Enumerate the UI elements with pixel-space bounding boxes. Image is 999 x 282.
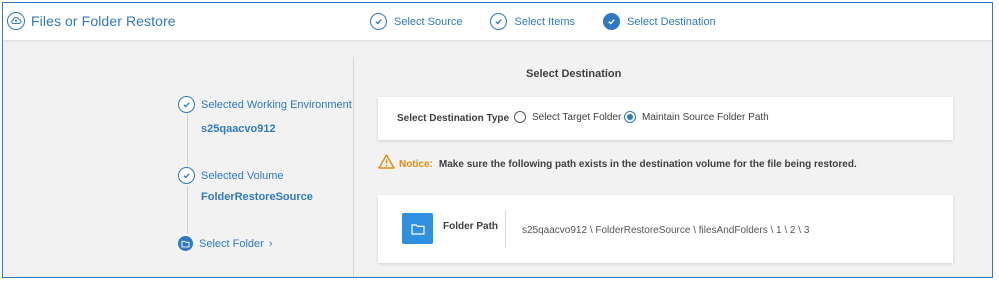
- summary-volume: Selected Volume: [178, 167, 284, 184]
- working-environment-label: Selected Working Environment: [201, 98, 352, 111]
- check-icon: [370, 13, 387, 30]
- notice-banner: Notice: Make sure the following path exi…: [378, 154, 857, 174]
- top-bar: Files or Folder Restore Select Source Se…: [3, 3, 992, 41]
- folder-icon: [178, 236, 193, 251]
- destination-type-label: Select Destination Type: [397, 113, 510, 124]
- step-select-destination[interactable]: Select Destination: [603, 13, 716, 30]
- check-icon: [603, 13, 621, 30]
- notice-text: Make sure the following path exists in t…: [438, 158, 857, 170]
- select-folder-label: Select Folder: [199, 237, 264, 250]
- working-environment-value: s25qaacvo912: [201, 123, 276, 135]
- option-maintain-source-path[interactable]: Maintain Source Folder Path: [624, 111, 769, 123]
- wizard-steps: Select Source Select Items Select Destin…: [370, 13, 744, 30]
- option-label: Select Target Folder: [532, 111, 622, 123]
- check-icon: [178, 167, 195, 184]
- folder-path-card: Folder Path s25qaacvo912 \ FolderRestore…: [378, 195, 953, 263]
- app-header: Files or Folder Restore: [7, 12, 176, 30]
- column-divider: [353, 57, 354, 277]
- summary-connector: [187, 186, 188, 234]
- restore-wizard: Files or Folder Restore Select Source Se…: [2, 2, 993, 278]
- notice-label: Notice:: [399, 158, 433, 170]
- app-title: Files or Folder Restore: [31, 13, 176, 29]
- summary-working-environment: Selected Working Environment: [178, 96, 352, 113]
- radio-button[interactable]: [514, 111, 526, 123]
- summary-connector: [187, 115, 188, 165]
- step-select-source[interactable]: Select Source: [370, 13, 462, 30]
- step-label: Select Items: [514, 15, 576, 28]
- step-label: Select Source: [394, 15, 463, 28]
- warning-icon: [378, 154, 395, 174]
- cloud-restore-icon: [7, 12, 25, 30]
- step-select-items[interactable]: Select Items: [490, 13, 575, 30]
- step-label: Select Destination: [627, 15, 716, 28]
- volume-value: FolderRestoreSource: [201, 191, 313, 203]
- folder-path-value: s25qaacvo912 \ FolderRestoreSource \ fil…: [522, 225, 810, 236]
- chevron-right-icon: ›: [268, 237, 273, 250]
- path-divider: [505, 210, 506, 248]
- option-label: Maintain Source Folder Path: [642, 111, 769, 123]
- option-select-target-folder[interactable]: Select Target Folder: [514, 111, 621, 123]
- folder-path-label: Folder Path: [443, 221, 499, 232]
- check-icon: [178, 96, 195, 113]
- check-icon: [490, 13, 508, 30]
- volume-label: Selected Volume: [201, 169, 284, 182]
- destination-type-card: Select Destination Type Select Target Fo…: [378, 97, 953, 140]
- folder-icon: [402, 213, 433, 244]
- section-title: Select Destination: [526, 68, 622, 80]
- summary-select-folder[interactable]: Select Folder ›: [178, 236, 272, 251]
- radio-button[interactable]: [624, 111, 636, 123]
